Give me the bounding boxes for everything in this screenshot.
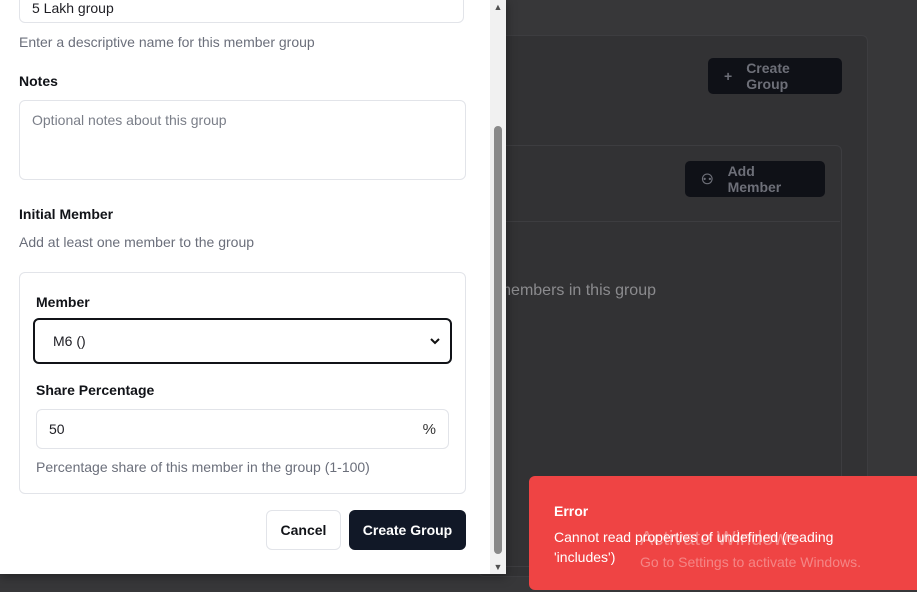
activate-windows-subtitle: Go to Settings to activate Windows. [640,554,861,570]
scrollbar-thumb[interactable] [494,126,502,554]
notes-textarea[interactable]: Optional notes about this group [19,100,466,180]
background-empty-clip: No members in this group [506,282,656,304]
member-label: Member [36,294,90,310]
dialog-scroll-area: 5 Lakh group Enter a descriptive name fo… [0,0,490,574]
background-add-member-button: ⚇ Add Member [685,161,825,197]
group-name-input[interactable]: 5 Lakh group [19,0,464,23]
notes-placeholder: Optional notes about this group [32,112,227,128]
member-selected-value: M6 () [53,333,86,349]
group-name-helper: Enter a descriptive name for this member… [19,34,315,50]
member-select[interactable]: M6 () [33,318,452,364]
chevron-down-icon [430,334,440,348]
create-group-button[interactable]: Create Group [349,510,466,550]
plus-icon: + [724,68,733,84]
background-empty-text: No members in this group [506,282,656,299]
initial-member-subheading: Add at least one member to the group [19,234,255,250]
background-create-group-button: + Create Group [708,58,842,94]
toast-title: Error [554,503,589,519]
activate-windows-title: Activate Windows [640,528,798,550]
scroll-up-arrow-icon[interactable]: ▲ [490,0,506,14]
create-group-dialog: 5 Lakh group Enter a descriptive name fo… [0,0,506,574]
user-plus-icon: ⚇ [701,170,714,187]
share-percentage-input[interactable]: 50 % [36,409,449,449]
percent-suffix: % [422,420,436,438]
notes-label: Notes [19,73,58,89]
share-percentage-helper: Percentage share of this member in the g… [36,459,370,475]
cancel-button[interactable]: Cancel [266,510,341,550]
background-add-member-label: Add Member [727,163,782,195]
share-percentage-value: 50 [49,421,65,437]
dialog-scrollbar[interactable]: ▲ ▼ [490,0,506,574]
scroll-down-arrow-icon[interactable]: ▼ [490,560,506,574]
background-create-group-label: Create Group [746,60,790,92]
share-percentage-label: Share Percentage [36,382,155,398]
group-name-value: 5 Lakh group [32,0,114,16]
background-divider [492,221,840,222]
initial-member-heading: Initial Member [19,206,114,222]
